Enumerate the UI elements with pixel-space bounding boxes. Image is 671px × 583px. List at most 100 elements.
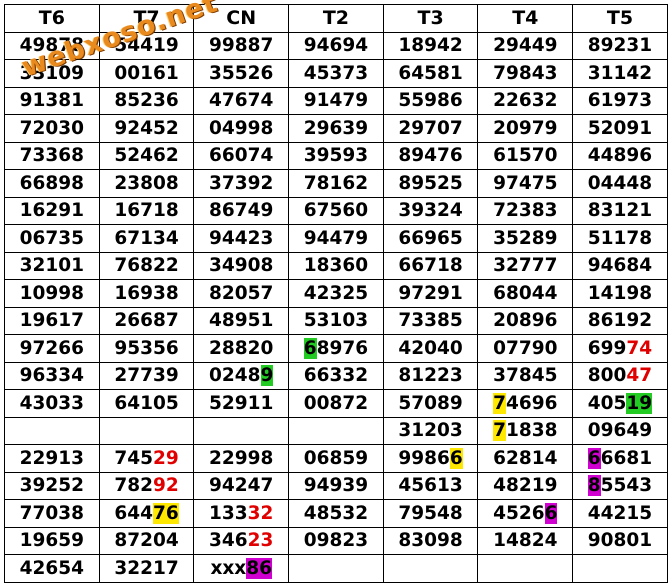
digits: 06735: [19, 227, 85, 249]
result-cell: 40519: [572, 389, 668, 418]
result-cell: 35526: [193, 59, 290, 88]
digits: 37392: [209, 172, 274, 194]
highlighted-digits: 76: [152, 502, 179, 524]
digits: 9986: [398, 447, 450, 469]
digits: 16938: [114, 282, 179, 304]
result-cell: 23808: [98, 169, 195, 198]
digits: 07790: [493, 337, 558, 359]
digits: 39324: [398, 200, 463, 222]
result-cell: 16291: [4, 196, 100, 225]
digits: 19659: [19, 530, 85, 552]
result-cell: 83098: [382, 526, 479, 555]
result-cell: 89231: [572, 31, 668, 60]
result-cell: 19617: [4, 306, 100, 335]
table-row: 91381 85236 47674 91479 55986 22632 61973: [4, 86, 668, 115]
result-cell: 27739: [98, 361, 195, 390]
digits: 06859: [303, 447, 369, 469]
digits: 10998: [19, 282, 85, 304]
digits: 1838: [505, 420, 558, 442]
table-row: 32101 76822 34908 18360 66718 32777 94684: [4, 251, 668, 280]
result-cell: 66898: [4, 169, 100, 198]
result-cell: 66681: [572, 444, 668, 473]
table-row: 06735 67134 94423 94479 66965 35289 51178: [4, 224, 668, 253]
result-cell: 53103: [288, 306, 384, 335]
column-header-t6: T6: [4, 4, 100, 33]
result-cell: 52091: [572, 114, 668, 143]
digits: 699: [587, 337, 627, 359]
highlighted-digits: 86: [246, 557, 272, 579]
result-cell: 04448: [572, 169, 668, 198]
digits: 42040: [398, 337, 463, 359]
result-cell: 54419: [98, 31, 195, 60]
table-row: 31203 71838 09649: [4, 416, 668, 445]
table-row: 49878 54419 99887 94694 18942 29449 89231: [4, 31, 668, 60]
highlighted-digits: 9: [260, 365, 274, 387]
digits: 43033: [19, 392, 85, 414]
result-cell: 35289: [477, 224, 574, 253]
digits: 32217: [114, 557, 179, 579]
digits: 66898: [19, 172, 85, 194]
highlighted-digits: 19: [626, 392, 653, 414]
digits: 73385: [398, 310, 463, 332]
result-cell: 48219: [477, 471, 574, 500]
result-cell: 94247: [193, 471, 290, 500]
digits: 94694: [303, 35, 369, 57]
result-cell: 42040: [382, 334, 479, 363]
result-cell: 97291: [382, 279, 479, 308]
digits: 6681: [600, 447, 653, 469]
digits: 89476: [398, 145, 463, 167]
digits: 35289: [493, 227, 558, 249]
result-cell: 94479: [288, 224, 384, 253]
column-header-cn: CN: [193, 4, 290, 33]
result-cell: 00872: [288, 389, 384, 418]
digits: 64581: [398, 62, 463, 84]
result-cell: 91479: [288, 86, 384, 115]
digits: 48951: [209, 310, 274, 332]
digits: 42654: [19, 557, 85, 579]
result-cell: 67134: [98, 224, 195, 253]
column-header-t7: T7: [98, 4, 195, 33]
result-cell: 07790: [477, 334, 574, 363]
digits: 95356: [114, 337, 179, 359]
digits: 29639: [303, 117, 369, 139]
digits: 82057: [209, 282, 274, 304]
digits: 91381: [19, 90, 85, 112]
result-cell: 18360: [288, 251, 384, 280]
digits: 79548: [398, 502, 463, 524]
result-cell: 48951: [193, 306, 290, 335]
digits: 27739: [114, 365, 179, 387]
result-cell: 10998: [4, 279, 100, 308]
result-cell: 69974: [572, 334, 668, 363]
result-cell: 55986: [382, 86, 479, 115]
digits: 57089: [398, 392, 463, 414]
highlighted-digits: 6: [544, 502, 558, 524]
result-cell: [288, 416, 384, 445]
result-cell: 29639: [288, 114, 384, 143]
digits: 31203: [398, 420, 463, 442]
result-cell: 43033: [4, 389, 100, 418]
result-cell: 45266: [477, 499, 574, 528]
digits: 99887: [209, 35, 274, 57]
result-cell: 94694: [288, 31, 384, 60]
highlighted-digits: 6: [587, 447, 601, 469]
result-cell: 31203: [382, 416, 479, 445]
result-cell: 66718: [382, 251, 479, 280]
result-cell: 32777: [477, 251, 574, 280]
digits: 5543: [600, 475, 653, 497]
digits: 51178: [587, 227, 653, 249]
digits: 53103: [303, 310, 369, 332]
result-cell: 89525: [382, 169, 479, 198]
digits: 8976: [316, 337, 369, 359]
digits: 04998: [209, 117, 274, 139]
highlighted-digits: 32: [247, 502, 274, 524]
table-row: 19617 26687 48951 53103 73385 20896 86192: [4, 306, 668, 335]
digits: 52911: [209, 392, 274, 414]
digits: 83121: [587, 200, 653, 222]
digits: 72030: [19, 117, 85, 139]
result-cell: 13332: [193, 499, 290, 528]
digits: 22632: [493, 90, 558, 112]
highlighted-digits: 47: [626, 365, 653, 387]
digits: 45373: [303, 62, 369, 84]
result-cell: 78162: [288, 169, 384, 198]
result-cell: 32217: [98, 554, 195, 583]
